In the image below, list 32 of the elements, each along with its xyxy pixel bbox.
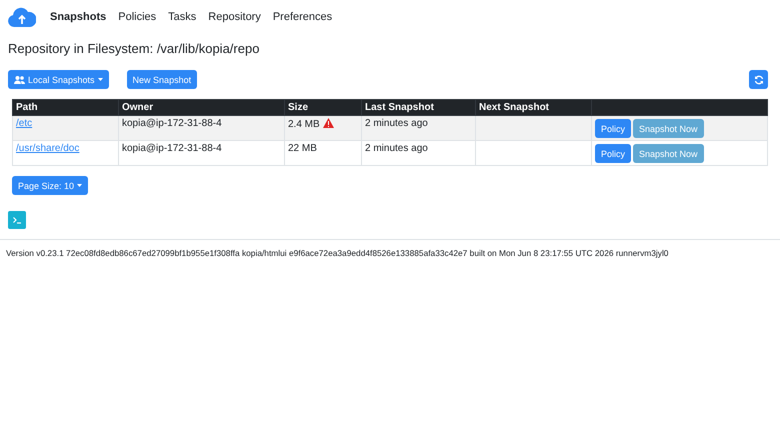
- nav-link[interactable]: Preferences: [266, 11, 338, 23]
- refresh-button[interactable]: [749, 70, 768, 89]
- nav-link[interactable]: Tasks: [162, 11, 202, 23]
- size-text: 22 MB: [288, 143, 317, 154]
- caret-icon: [77, 184, 82, 187]
- cloud-logo-icon[interactable]: [8, 7, 36, 27]
- column-header: Path: [12, 100, 118, 116]
- nav-link[interactable]: Snapshots: [44, 11, 112, 23]
- terminal-button[interactable]: [8, 211, 26, 229]
- local-snapshots-dropdown[interactable]: Local Snapshots: [8, 70, 109, 89]
- column-header: Next Snapshot: [476, 100, 592, 116]
- size-text: 2.4 MB: [288, 119, 320, 130]
- page-heading: Repository in Filesystem: /var/lib/kopia/repo: [8, 41, 260, 58]
- column-header: Last Snapshot: [362, 100, 476, 116]
- terminal-icon: [12, 216, 22, 224]
- column-header: Size: [284, 100, 362, 116]
- refresh-icon: [754, 74, 764, 84]
- users-icon: [14, 76, 25, 84]
- version-text: Version v0.23.1 72ec08fd8edb86c67ed27099bf1b955e1f308ffa kopia/htmlui e9f6ace72ea3a9edd4f8526e133885afa33c42e7 built on Mon Jun 8 23:17:55 UTC 2026 runnervm3jyl0: [6, 248, 668, 258]
- owner-text: kopia@ip-172-31-88-4: [122, 143, 222, 154]
- column-header: Owner: [118, 100, 284, 116]
- last-snapshot-text: 2 minutes ago: [365, 143, 428, 154]
- last-snapshot-text: 2 minutes ago: [365, 118, 428, 129]
- path-link[interactable]: /etc: [16, 118, 32, 129]
- caret-icon: [98, 78, 103, 81]
- new-snapshot-button[interactable]: New Snapshot: [126, 70, 198, 89]
- policy-button[interactable]: Policy: [595, 144, 632, 163]
- nav-link[interactable]: Repository: [202, 11, 267, 23]
- page-size-dropdown[interactable]: Page Size: 10: [12, 176, 88, 195]
- nav-link[interactable]: Policies: [112, 11, 162, 23]
- owner-text: kopia@ip-172-31-88-4: [122, 118, 222, 129]
- policy-button[interactable]: Policy: [595, 119, 632, 138]
